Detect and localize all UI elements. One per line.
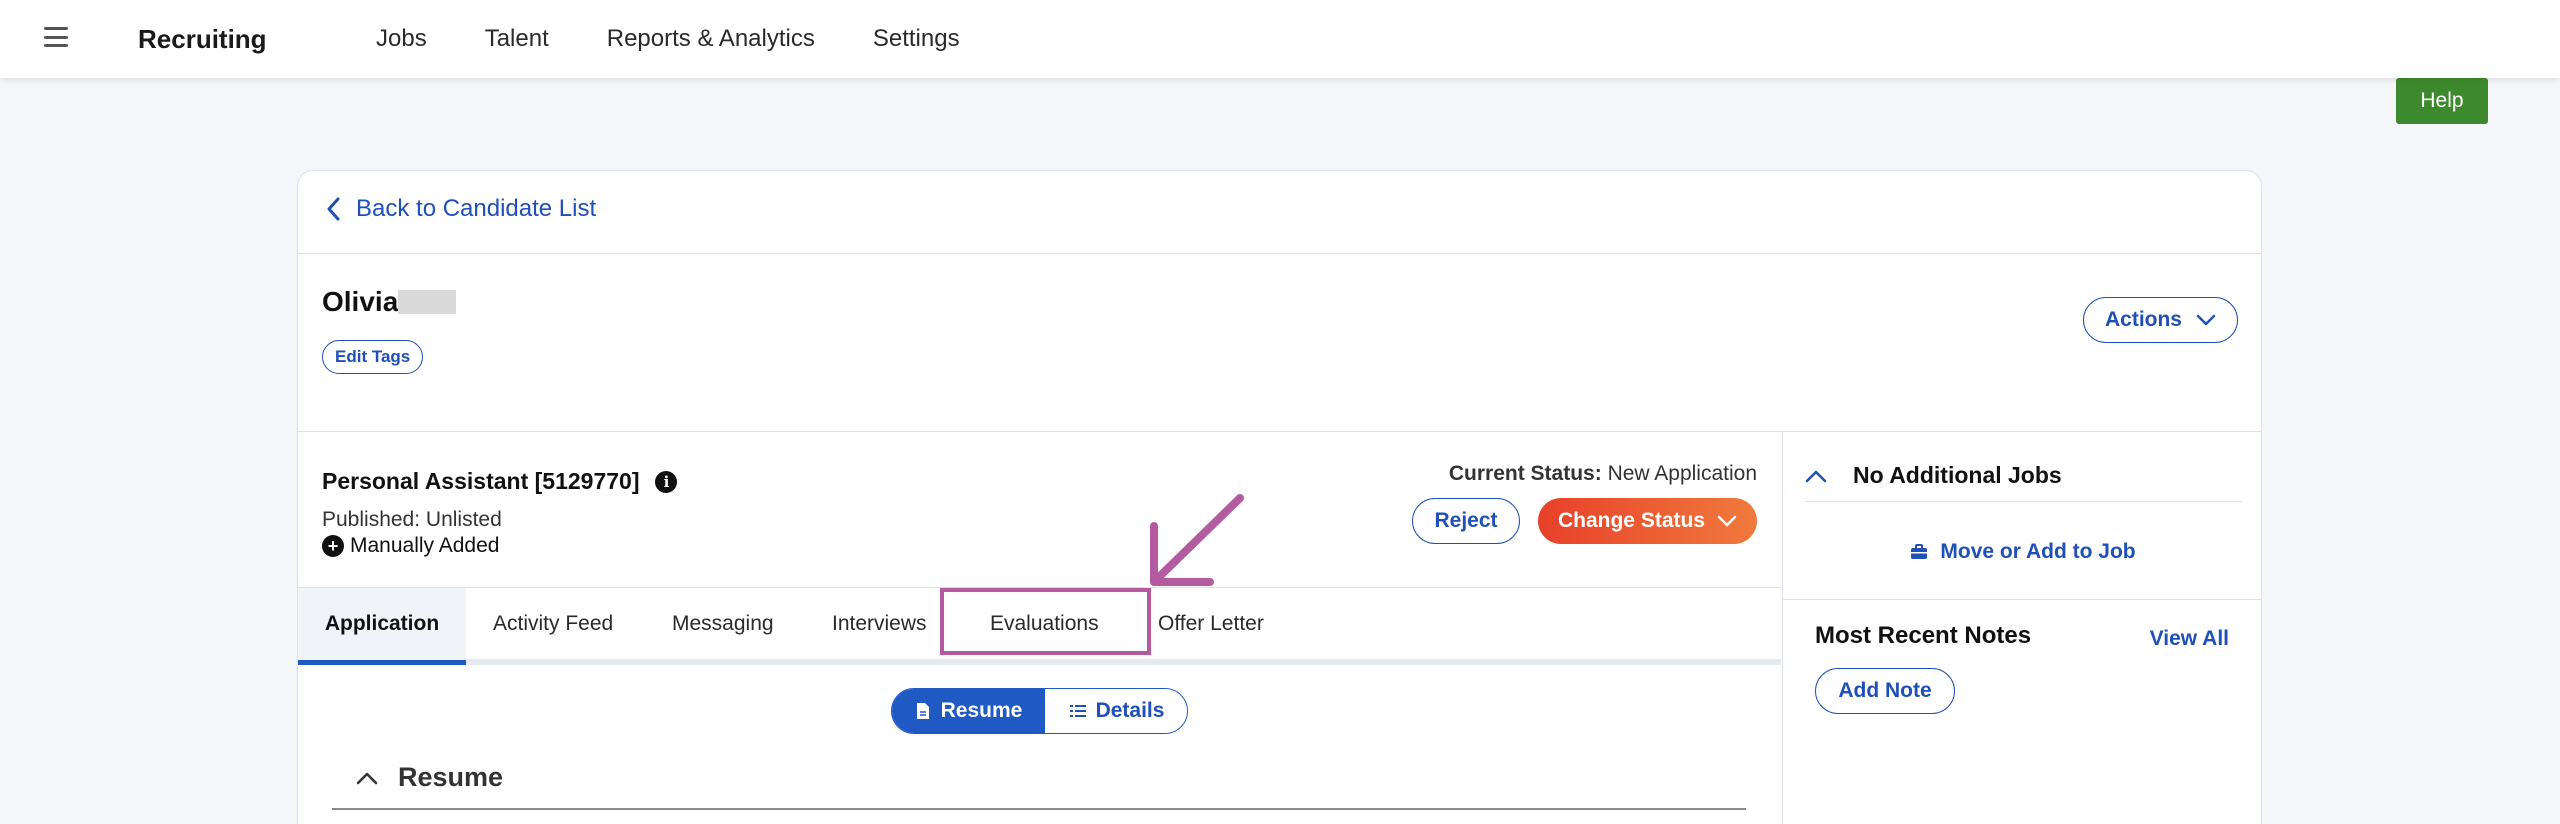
back-link-label: Back to Candidate List <box>356 195 597 222</box>
job-title: Personal Assistant [5129770] <box>322 468 640 494</box>
chevron-down-icon <box>1717 515 1737 527</box>
right-sidebar: No Additional Jobs Move or Add to Job Mo… <box>1782 432 2261 824</box>
candidate-header: Olivia Edit Tags Actions <box>298 254 2261 432</box>
add-note-button[interactable]: Add Note <box>1815 668 1955 714</box>
document-icon <box>916 703 929 719</box>
plus-circle-icon: + <box>322 535 344 557</box>
resume-section-title: Resume <box>398 762 504 792</box>
tab-evaluations[interactable]: Evaluations <box>990 588 1099 660</box>
move-job-label: Move or Add to Job <box>1940 540 2136 563</box>
tab-offer-letter[interactable]: Offer Letter <box>1158 588 1264 660</box>
move-or-add-to-job-link[interactable]: Move or Add to Job <box>1783 540 2261 564</box>
notes-title: Most Recent Notes <box>1815 622 2032 649</box>
job-application-panel: Personal Assistant [5129770] i Published… <box>298 432 1781 824</box>
app-title: Recruiting <box>138 24 267 54</box>
chevron-left-icon <box>327 197 340 221</box>
resume-toggle-label: Resume <box>940 699 1023 722</box>
tab-application[interactable]: Application <box>298 588 466 665</box>
info-icon[interactable]: i <box>655 470 678 493</box>
back-row: Back to Candidate List <box>298 171 2261 254</box>
reject-button[interactable]: Reject <box>1412 498 1520 544</box>
actions-label: Actions <box>2104 308 2182 331</box>
candidate-name: Olivia <box>322 286 399 317</box>
resume-toggle-button[interactable]: Resume <box>892 689 1045 733</box>
current-status: Current Status: New Application <box>1449 462 1757 486</box>
status-label: Current Status: <box>1448 462 1602 485</box>
additional-jobs-title: No Additional Jobs <box>1853 462 2062 488</box>
tab-activity-feed[interactable]: Activity Feed <box>493 588 613 660</box>
view-all-notes-link[interactable]: View All <box>2150 627 2229 651</box>
back-to-candidate-list-link[interactable]: Back to Candidate List <box>326 195 596 223</box>
details-toggle-label: Details <box>1095 699 1165 722</box>
briefcase-icon <box>1911 544 1928 559</box>
tab-interviews[interactable]: Interviews <box>832 588 927 660</box>
redacted-last-name <box>398 290 456 314</box>
nav-reports-analytics[interactable]: Reports & Analytics <box>607 25 815 53</box>
list-icon <box>1069 705 1086 717</box>
main-nav: Jobs Talent Reports & Analytics Settings <box>376 0 960 78</box>
resume-section-header[interactable]: Resume <box>356 762 503 793</box>
edit-tags-button[interactable]: Edit Tags <box>322 340 424 374</box>
nav-jobs[interactable]: Jobs <box>376 25 427 53</box>
actions-dropdown-button[interactable]: Actions <box>2083 297 2238 343</box>
status-value: New Application <box>1607 462 1757 485</box>
candidate-card: Back to Candidate List Olivia Edit Tags … <box>297 170 2262 824</box>
details-toggle-button[interactable]: Details <box>1045 689 1187 733</box>
sidebar-divider <box>1783 599 2261 600</box>
resume-details-toggle: Resume Details <box>891 688 1188 734</box>
tab-messaging[interactable]: Messaging <box>672 588 774 660</box>
change-status-button[interactable]: Change Status <box>1538 498 1757 544</box>
application-tabs: Application Activity Feed Messaging Inte… <box>298 587 1781 665</box>
published-status: Published: Unlisted <box>322 508 502 531</box>
application-source: + Manually Added <box>322 534 499 558</box>
section-divider <box>332 808 1746 810</box>
chevron-down-icon <box>2196 314 2216 326</box>
additional-jobs-header[interactable]: No Additional Jobs <box>1805 450 2242 502</box>
top-navigation-bar: Recruiting Jobs Talent Reports & Analyti… <box>0 0 2560 78</box>
help-button[interactable]: Help <box>2396 78 2488 124</box>
menu-icon[interactable] <box>44 27 68 47</box>
nav-talent[interactable]: Talent <box>485 25 549 53</box>
chevron-up-icon <box>1805 470 1827 482</box>
chevron-up-icon <box>356 772 378 784</box>
change-status-label: Change Status <box>1557 509 1706 532</box>
job-title-line: Personal Assistant [5129770] i <box>322 468 678 495</box>
nav-settings[interactable]: Settings <box>873 25 960 53</box>
source-label: Manually Added <box>350 534 500 557</box>
